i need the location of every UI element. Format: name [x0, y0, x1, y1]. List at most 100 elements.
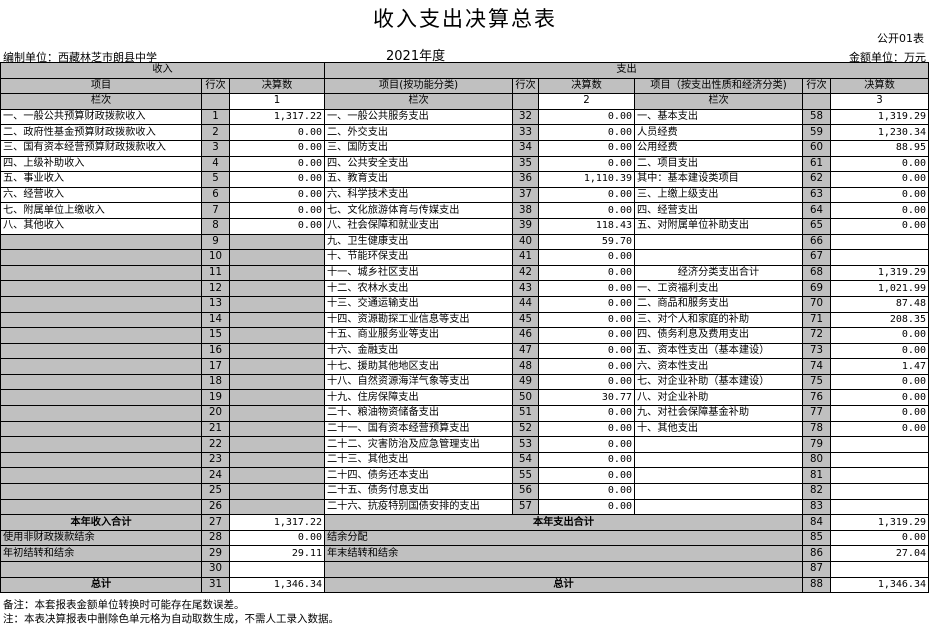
func-expense-item: 十七、援助其他地区支出 [324, 358, 513, 375]
expense-total-row-no: 86 [802, 545, 831, 562]
func-row-no: 55 [512, 467, 539, 485]
table-row: 13 十三、交通运输支出 44 0.00 二、商品和服务支出 70 87.48 [0, 295, 929, 313]
income-item [0, 420, 202, 438]
header-row-columns: 项目 行次 决算数 项目(按功能分类) 行次 决算数 项目（按支出性质和经济分类… [0, 77, 929, 95]
income-amount: 1,317.22 [229, 108, 325, 126]
func-expense-amount: 0.00 [538, 342, 635, 360]
income-row-no: 12 [201, 280, 230, 297]
econ-expense-item [634, 483, 803, 500]
page-title: 收入支出决算总表 [373, 7, 557, 31]
econ-expense-amount: 0.00 [830, 342, 929, 360]
income-row-no: 23 [201, 451, 230, 469]
income-row-no: 26 [201, 498, 230, 516]
income-total-item [0, 561, 202, 578]
econ-expense-item: 公用经费 [634, 139, 803, 157]
income-amount: 0.00 [229, 155, 325, 173]
income-amount [229, 467, 325, 485]
income-amount [229, 249, 325, 266]
econ-row-no: 78 [802, 420, 831, 438]
income-amount [229, 373, 325, 391]
income-total-item: 总计 [0, 576, 202, 594]
table-row: 三、国有资本经营预算财政拨款收入 3 0.00 三、国防支出 34 0.00 公用经费 60 8… [0, 139, 929, 157]
table-row: 19 十九、住房保障支出 50 30.77 八、对企业补助 76 0.00 [0, 389, 929, 407]
income-item: 四、上级补助收入 [0, 155, 202, 173]
table-row: 18 十八、自然资源海洋气象等支出 49 0.00 七、对企业补助（基本建设） 75 0.0… [0, 373, 929, 391]
func-expense-item: 二十五、债务付息支出 [324, 483, 513, 500]
func-row-no: 42 [512, 264, 539, 282]
func-expense-amount: 30.77 [538, 389, 635, 407]
income-total-amount: 1,346.34 [229, 576, 325, 594]
func-row-no: 40 [512, 233, 539, 251]
income-amount [229, 311, 325, 329]
header-row-index: 栏次 1 栏次 2 栏次 3 [0, 93, 929, 110]
econ-expense-item: 人员经费 [634, 124, 803, 141]
econ-expense-amount [830, 467, 929, 485]
econ-row-no: 73 [802, 342, 831, 360]
econ-expense-item [634, 451, 803, 469]
func-row-no: 41 [512, 249, 539, 266]
income-row-no: 5 [201, 171, 230, 188]
func-expense-item: 二十一、国有资本经营预算支出 [324, 420, 513, 438]
income-amount [229, 327, 325, 344]
form-code: 公开01表 [877, 32, 924, 45]
econ-expense-item: 三、上缴上级支出 [634, 186, 803, 204]
table-row: 17 十七、援助其他地区支出 48 0.00 六、资本性支出 74 1.47 [0, 358, 929, 375]
func-expense-item: 二十四、债务还本支出 [324, 467, 513, 485]
func-expense-amount: 0.00 [538, 373, 635, 391]
econ-expense-amount: 0.00 [830, 420, 929, 438]
func-row-no: 37 [512, 186, 539, 204]
func-expense-item: 十九、住房保障支出 [324, 389, 513, 407]
econ-expense-item: 九、对社会保障基金补助 [634, 405, 803, 422]
income-total-row-no: 29 [201, 545, 230, 562]
income-amount [229, 233, 325, 251]
income-amount [229, 405, 325, 422]
income-total-amount: 29.11 [229, 545, 325, 562]
econ-row-no: 58 [802, 108, 831, 126]
income-row-no: 14 [201, 311, 230, 329]
income-item [0, 327, 202, 344]
econ-row-no: 81 [802, 467, 831, 485]
econ-row-no: 71 [802, 311, 831, 329]
econ-expense-item [634, 233, 803, 251]
econ-row-no: 60 [802, 139, 831, 157]
income-item: 二、政府性基金预算财政拨款收入 [0, 124, 202, 141]
func-expense-amount: 0.00 [538, 451, 635, 469]
func-row-no: 56 [512, 483, 539, 500]
econ-expense-amount: 0.00 [830, 373, 929, 391]
income-total-item: 本年收入合计 [0, 514, 202, 531]
col-amount: 决算数 [229, 77, 325, 95]
income-row-no: 21 [201, 420, 230, 438]
income-expense-table: 收入 支出 项目 行次 决算数 项目(按功能分类) 行次 决算数 项目（按支出性… [0, 62, 929, 594]
expense-total-item [324, 561, 803, 578]
econ-expense-item: 十、其他支出 [634, 420, 803, 438]
func-row-no: 50 [512, 389, 539, 407]
total-row: 使用非财政拨款结余 28 0.00 结余分配 85 0.00 [0, 529, 929, 547]
econ-row-no: 63 [802, 186, 831, 204]
expense-total-item: 本年支出合计 [324, 514, 803, 531]
income-item: 七、附属单位上缴收入 [0, 202, 202, 219]
expense-total-amount: 0.00 [830, 529, 929, 547]
func-row-no: 49 [512, 373, 539, 391]
income-row-no: 18 [201, 373, 230, 391]
econ-expense-item: 其中：基本建设类项目 [634, 171, 803, 188]
econ-row-no: 74 [802, 358, 831, 375]
income-row-no: 13 [201, 295, 230, 313]
income-amount [229, 358, 325, 375]
expense-total-amount [830, 561, 929, 578]
econ-expense-amount: 1.47 [830, 358, 929, 375]
econ-row-no: 64 [802, 202, 831, 219]
func-expense-item: 六、科学技术支出 [324, 186, 513, 204]
col-label: 栏次 [0, 93, 202, 110]
func-expense-amount: 0.00 [538, 483, 635, 500]
income-item [0, 342, 202, 360]
col-amount: 决算数 [830, 77, 929, 95]
func-row-no: 38 [512, 202, 539, 219]
econ-expense-amount [830, 436, 929, 453]
total-row: 年初结转和结余 29 29.11 年末结转和结余 86 27.04 [0, 545, 929, 562]
table-row: 四、上级补助收入 4 0.00 四、公共安全支出 35 0.00 二、项目支出 61 0.00 [0, 155, 929, 173]
func-expense-amount: 59.70 [538, 233, 635, 251]
total-row: 30 87 [0, 561, 929, 578]
econ-expense-amount: 0.00 [830, 217, 929, 235]
func-expense-amount: 0.00 [538, 264, 635, 282]
econ-expense-amount: 208.35 [830, 311, 929, 329]
